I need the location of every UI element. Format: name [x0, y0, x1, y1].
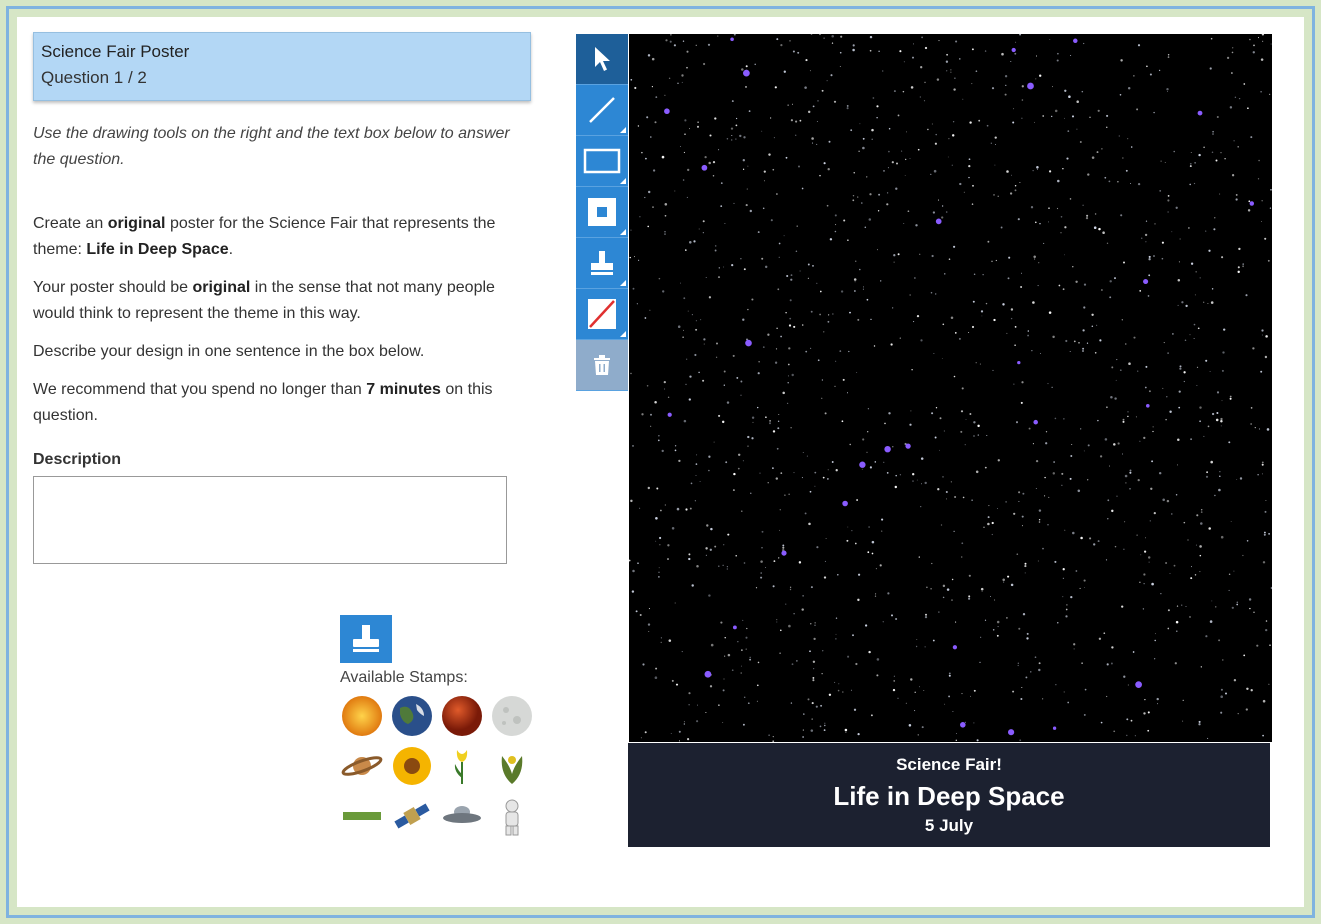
color-tool-button[interactable] — [576, 289, 628, 340]
poster-date: 5 July — [924, 816, 974, 835]
mars-icon — [442, 696, 482, 736]
text-span: Create an — [33, 215, 108, 232]
drawing-toolbar — [576, 34, 628, 393]
moon-stamp[interactable] — [490, 694, 534, 738]
text-span: Your poster should be — [33, 279, 193, 296]
main-content: Science Fair Poster Question 1 / 2 Use t… — [17, 17, 1292, 895]
tulip-icon — [454, 750, 468, 784]
starfield-background — [629, 34, 1272, 742]
poster-title: Science Fair Poster — [41, 42, 190, 61]
emphasis-text: original — [107, 215, 166, 232]
text-span: . — [228, 241, 234, 258]
saturn-icon — [341, 756, 383, 776]
question-header: Science Fair Poster Question 1 / 2 — [33, 32, 531, 101]
tulip-stamp[interactable] — [440, 744, 484, 788]
poster-canvas[interactable] — [629, 34, 1272, 742]
theme-text: Life in Deep Space — [86, 241, 229, 258]
instructions-text: Use the drawing tools on the right and t… — [33, 125, 510, 168]
green-bar-icon — [343, 812, 381, 820]
poster-heading: Science Fair! — [896, 755, 1002, 774]
sun-stamp[interactable] — [340, 694, 384, 738]
rectangle-outline-icon — [583, 148, 621, 174]
submenu-indicator — [620, 178, 626, 184]
mars-stamp[interactable] — [440, 694, 484, 738]
time-limit-text: 7 minutes — [366, 381, 441, 398]
sun-icon — [342, 696, 382, 736]
delete-tool-button[interactable] — [576, 340, 628, 391]
earth-stamp[interactable] — [390, 694, 434, 738]
rectangle-tool-button[interactable] — [576, 136, 628, 187]
no-color-icon — [588, 299, 616, 329]
question-number: Question 1 / 2 — [41, 68, 147, 87]
astronaut-icon — [505, 799, 519, 836]
filled-rectangle-tool-button[interactable] — [576, 187, 628, 238]
moon-icon — [492, 696, 532, 736]
question-paragraph-3: Describe your design in one sentence in … — [33, 343, 425, 360]
description-label: Description — [33, 451, 122, 468]
submenu-indicator — [620, 280, 626, 286]
poster-caption[interactable]: Science Fair! Life in Deep Space 5 July — [628, 743, 1270, 847]
pointer-icon — [595, 47, 610, 71]
question-paragraph-4: We recommend that you spend no longer th… — [33, 377, 533, 429]
line-icon — [589, 97, 615, 123]
submenu-indicator — [620, 331, 626, 337]
select-tool-button[interactable] — [576, 34, 628, 85]
saturn-stamp[interactable] — [340, 744, 384, 788]
sunflower-icon — [393, 747, 431, 785]
stamp-tool-toolbar-button[interactable] — [576, 238, 628, 289]
stamp-tool-button[interactable] — [340, 615, 392, 663]
submenu-indicator — [620, 229, 626, 235]
available-stamps-label: Available Stamps: — [340, 669, 468, 686]
question-paragraph-2: Your poster should be original in the se… — [33, 275, 533, 327]
description-input[interactable] — [33, 476, 507, 564]
ufo-icon — [443, 806, 481, 823]
satellite-stamp[interactable] — [390, 794, 434, 838]
poster-theme: Life in Deep Space — [833, 781, 1065, 811]
ufo-stamp[interactable] — [440, 794, 484, 838]
question-paragraph-1: Create an original poster for the Scienc… — [33, 211, 533, 263]
stamp-icon — [591, 251, 613, 275]
plant-stamp[interactable] — [490, 744, 534, 788]
satellite-icon — [394, 803, 430, 829]
filled-rectangle-icon — [588, 198, 616, 226]
bar-stamp[interactable] — [340, 794, 384, 838]
question-text: Create an original poster for the Scienc… — [33, 211, 533, 441]
text-span: We recommend that you spend no longer th… — [33, 381, 367, 398]
submenu-indicator — [620, 127, 626, 133]
trash-icon — [594, 355, 610, 375]
earth-icon — [392, 696, 432, 736]
line-tool-button[interactable] — [576, 85, 628, 136]
stamp-icon — [353, 625, 379, 652]
emphasis-text: original — [192, 279, 251, 296]
astronaut-stamp[interactable] — [490, 794, 534, 838]
sunflower-stamp[interactable] — [390, 744, 434, 788]
plant-icon — [501, 756, 523, 784]
